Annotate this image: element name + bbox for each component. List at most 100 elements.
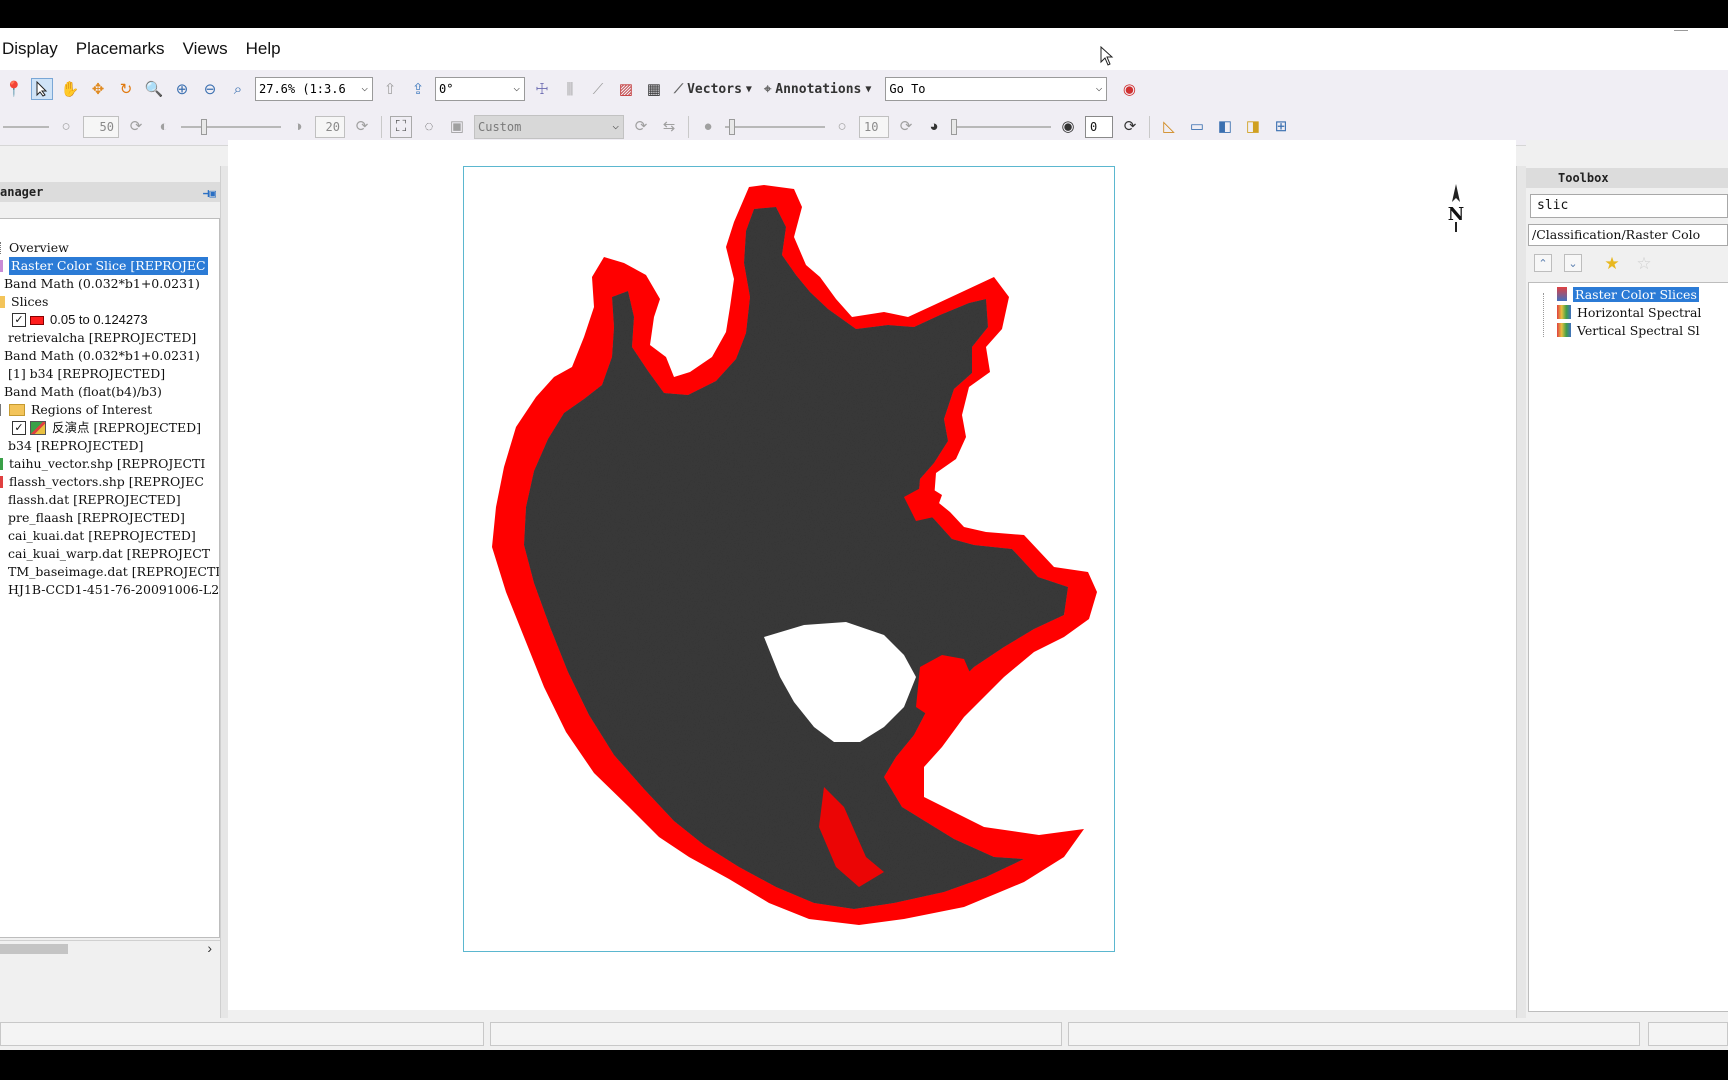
tree-item-roi[interactable]: ✓ 反演点 [REPROJECTED] bbox=[12, 419, 201, 437]
layer-tree[interactable]: Overview Raster Color Slice [REPROJEC Ba… bbox=[0, 218, 220, 938]
checkbox[interactable]: ✓ bbox=[12, 421, 26, 435]
rotation-value: 0° bbox=[439, 82, 454, 96]
pin-icon[interactable]: ⊣▣ bbox=[203, 184, 216, 204]
crosshair-icon[interactable]: ☩ bbox=[531, 78, 553, 100]
reset-contrast-icon[interactable]: ⟳ bbox=[351, 116, 373, 138]
minimize-icon[interactable] bbox=[1674, 30, 1688, 31]
placemark-pin-icon[interactable]: 📍 bbox=[3, 78, 25, 100]
fixed-zoom-icon[interactable]: ⌕ bbox=[227, 78, 249, 100]
sharpen-end-icon: ○ bbox=[837, 118, 847, 135]
contrast-slider[interactable] bbox=[181, 116, 281, 138]
lake-raster-image[interactable] bbox=[464, 167, 1115, 952]
tree-expander-icon[interactable] bbox=[0, 404, 3, 416]
rotation-combo[interactable]: 0° ⌵ bbox=[435, 77, 525, 101]
menu-views[interactable]: Views bbox=[181, 39, 240, 59]
tree-item-b34[interactable]: b34 [REPROJECTED] bbox=[2, 437, 143, 455]
status-cell bbox=[1648, 1022, 1728, 1046]
menu-help[interactable]: Help bbox=[244, 39, 293, 59]
tree-item-pre-flaash[interactable]: pre_flaash [REPROJECTED] bbox=[2, 509, 185, 527]
zoom-out-icon[interactable]: ⊖ bbox=[199, 78, 221, 100]
reset-brightness-icon[interactable]: ⟳ bbox=[125, 116, 147, 138]
toolbox-path-field[interactable]: /Classification/Raster Colo bbox=[1528, 224, 1728, 246]
transparency-input[interactable]: 0 bbox=[1085, 115, 1113, 138]
tree-item-flassh[interactable]: flassh.dat [REPROJECTED] bbox=[2, 491, 181, 509]
horizontal-scrollbar[interactable]: › bbox=[0, 940, 220, 956]
rotate-right-icon[interactable]: ⇪ bbox=[407, 78, 429, 100]
zoom-combo[interactable]: 27.6% (1:3.6 ⌵ bbox=[255, 77, 373, 101]
tree-item-overview[interactable]: Overview bbox=[0, 239, 69, 257]
tool-vertical-spectral[interactable]: Vertical Spectral Sl bbox=[1557, 321, 1700, 339]
goto-combo[interactable]: Go To ⌵ bbox=[885, 77, 1108, 101]
fly-icon[interactable]: ✥ bbox=[87, 78, 109, 100]
remove-favorite-icon[interactable]: ☆ bbox=[1634, 254, 1654, 274]
measure-icon[interactable]: ◺ bbox=[1158, 116, 1180, 138]
profile-icon[interactable]: ⟋ bbox=[587, 78, 609, 100]
sharpen-icon: ● bbox=[703, 118, 713, 135]
collapse-icon[interactable]: ⌃ bbox=[1534, 254, 1552, 272]
roi-icon bbox=[30, 421, 46, 435]
stretch-circle-icon[interactable]: ◌ bbox=[418, 116, 440, 138]
stretch-combo[interactable]: Custom ⌵ bbox=[474, 114, 624, 139]
reset-stretch-icon[interactable]: ⟳ bbox=[630, 116, 652, 138]
swipe-icon[interactable]: ⊞ bbox=[1270, 116, 1292, 138]
stretch-type-icon[interactable]: ▣ bbox=[446, 116, 468, 138]
tree-expander-icon[interactable] bbox=[0, 242, 3, 254]
tree-item-hj1b[interactable]: HJ1B-CCD1-451-76-20091006-L2 bbox=[2, 581, 219, 599]
swap-icon[interactable]: ⇆ bbox=[658, 116, 680, 138]
menu-display[interactable]: Display bbox=[0, 39, 70, 59]
tree-item-taihu-vector[interactable]: taihu_vector.shp [REPROJECTI bbox=[0, 455, 205, 473]
tree-item-raster-color-slice[interactable]: Raster Color Slice [REPROJEC bbox=[0, 257, 208, 275]
panel-splitter[interactable] bbox=[1516, 166, 1526, 1034]
chip-view-icon[interactable]: ▭ bbox=[1186, 116, 1208, 138]
pan-hand-icon[interactable]: ✋ bbox=[59, 78, 81, 100]
tool-horizontal-spectral[interactable]: Horizontal Spectral bbox=[1557, 303, 1701, 321]
tree-item-retrievalcha[interactable]: retrievalcha [REPROJECTED] bbox=[2, 329, 196, 347]
brightness-input[interactable]: 50 bbox=[83, 115, 119, 138]
tree-item-cai-kuai[interactable]: cai_kuai.dat [REPROJECTED] bbox=[2, 527, 196, 545]
tree-item-tm-baseimage[interactable]: TM_baseimage.dat [REPROJECTI bbox=[2, 563, 219, 581]
sharpen-input[interactable]: 10 bbox=[859, 115, 889, 138]
zoom-in-icon[interactable]: ⊕ bbox=[171, 78, 193, 100]
flicker-icon[interactable]: ◨ bbox=[1242, 116, 1264, 138]
envi-window: Display Placemarks Views Help 📍 ✋ ✥ ↻ 🔍 … bbox=[0, 28, 1728, 1050]
panel-splitter[interactable] bbox=[220, 166, 228, 1034]
tool-raster-color-slices[interactable]: Raster Color Slices bbox=[1557, 285, 1699, 303]
blend-icon[interactable]: ◧ bbox=[1214, 116, 1236, 138]
scrollbar-thumb[interactable] bbox=[0, 944, 68, 954]
layer-manager-title: anager bbox=[0, 185, 44, 199]
tree-item-regions-of-interest[interactable]: Regions of Interest bbox=[0, 401, 152, 419]
tree-item-band-math[interactable]: Band Math (0.032*b1+0.0231) bbox=[4, 275, 200, 293]
rotate-left-icon[interactable]: ⇧ bbox=[379, 78, 401, 100]
expand-icon[interactable]: ⌄ bbox=[1564, 254, 1582, 272]
transparency-slider[interactable] bbox=[951, 116, 1051, 138]
tree-item-cai-kuai-warp[interactable]: cai_kuai_warp.dat [REPROJECT bbox=[2, 545, 210, 563]
image-view[interactable]: N bbox=[228, 140, 1516, 1010]
tree-item-slice-range[interactable]: ✓ 0.05 to 0.124273 bbox=[12, 311, 148, 329]
tree-item-band-math-ratio[interactable]: Band Math (float(b4)/b3) bbox=[4, 383, 162, 401]
select-arrow-icon[interactable] bbox=[31, 78, 53, 100]
toolbox-tree[interactable]: Raster Color Slices Horizontal Spectral … bbox=[1528, 282, 1728, 1012]
contrast-input[interactable]: 20 bbox=[315, 115, 345, 138]
zoom-icon[interactable]: 🔍 bbox=[143, 78, 165, 100]
rotate-icon[interactable]: ↻ bbox=[115, 78, 137, 100]
add-favorite-icon[interactable]: ★ bbox=[1602, 254, 1622, 274]
tree-item-slices[interactable]: Slices bbox=[0, 293, 48, 311]
checkbox[interactable]: ✓ bbox=[12, 313, 26, 327]
brightness-slider[interactable] bbox=[3, 116, 49, 138]
annotations-menu[interactable]: ⌖ Annotations ▼ bbox=[764, 82, 871, 97]
reset-sharpen-icon[interactable]: ⟳ bbox=[895, 116, 917, 138]
reset-transparency-icon[interactable]: ⟳ bbox=[1119, 116, 1141, 138]
roi-tool-icon[interactable]: ▨ bbox=[615, 78, 637, 100]
scroll-right-icon[interactable]: › bbox=[207, 940, 212, 956]
tree-item-band-math[interactable]: Band Math (0.032*b1+0.0231) bbox=[4, 347, 200, 365]
tree-item-flassh-vectors[interactable]: flassh_vectors.shp [REPROJEC bbox=[0, 473, 204, 491]
goto-button-icon[interactable]: ◉ bbox=[1118, 78, 1140, 100]
cursor-value-icon[interactable]: ▦ bbox=[643, 78, 665, 100]
stretch-extent-icon[interactable]: ⛶ bbox=[390, 115, 412, 138]
toolbox-search-input[interactable]: slic bbox=[1530, 194, 1728, 218]
spectral-icon[interactable]: ⫼ bbox=[559, 78, 581, 100]
sharpen-slider[interactable] bbox=[725, 116, 825, 138]
menu-placemarks[interactable]: Placemarks bbox=[74, 39, 177, 59]
tree-item-b34[interactable]: [1] b34 [REPROJECTED] bbox=[2, 365, 165, 383]
vectors-menu[interactable]: ⟋ Vectors ▼ bbox=[674, 82, 752, 97]
